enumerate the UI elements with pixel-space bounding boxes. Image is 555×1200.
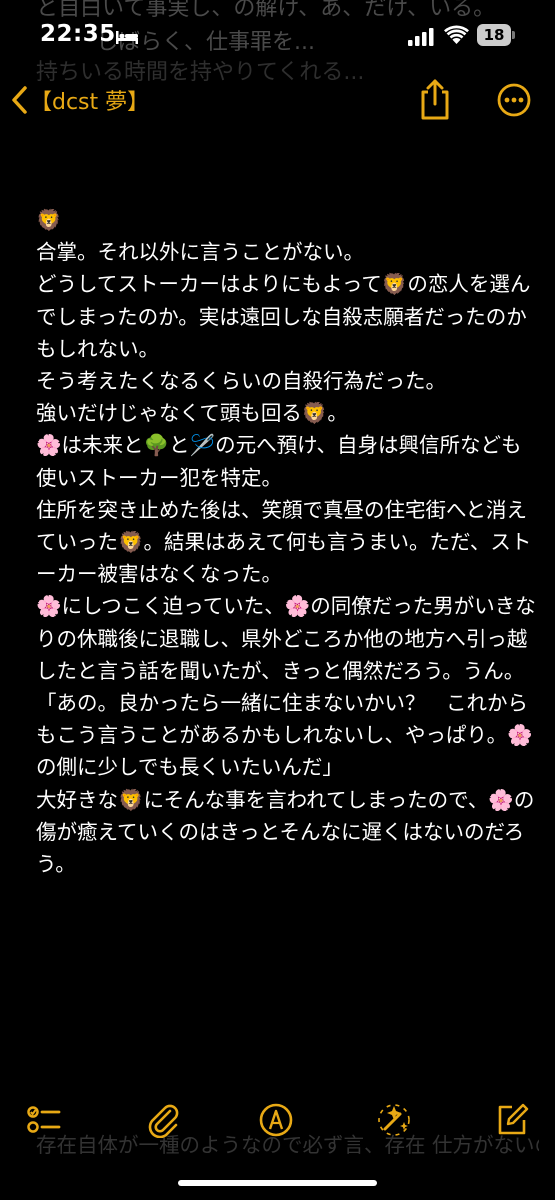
- checklist-button[interactable]: [26, 1102, 62, 1138]
- compose-button[interactable]: [494, 1102, 530, 1138]
- sparkles-icon: [378, 1104, 410, 1136]
- battery-tip: [512, 31, 515, 39]
- more-icon[interactable]: [497, 83, 531, 117]
- back-folder-label: 【dcst 夢】: [30, 90, 150, 115]
- nav-bar: 【dcst 夢】: [0, 70, 555, 134]
- markup-button[interactable]: [258, 1102, 294, 1138]
- paperclip-icon: [148, 1104, 179, 1139]
- markup-pen-icon: [259, 1103, 293, 1137]
- battery-level: 18: [483, 26, 505, 44]
- home-indicator[interactable]: [178, 1180, 377, 1186]
- battery-icon: 18: [477, 24, 511, 46]
- compose-icon: [498, 1103, 529, 1135]
- back-button[interactable]: 【dcst 夢】: [10, 82, 149, 118]
- share-icon[interactable]: [417, 78, 453, 120]
- checklist-icon: [27, 1106, 61, 1133]
- bed-icon: [116, 31, 138, 44]
- status-bar: 22:35 18: [0, 0, 555, 70]
- status-time: 22:35: [40, 21, 116, 47]
- chevron-left-icon: [12, 86, 27, 114]
- writing-tools-button[interactable]: [376, 1102, 412, 1138]
- wifi-icon: [444, 25, 469, 44]
- attachment-button[interactable]: [146, 1102, 182, 1139]
- bottom-toolbar: [0, 1094, 555, 1150]
- signal-icon: [408, 28, 434, 46]
- note-body[interactable]: 🦁 合掌。それ以外に言うことがない。 どうしてストーカーはよりにもよって🦁の恋人…: [36, 204, 539, 880]
